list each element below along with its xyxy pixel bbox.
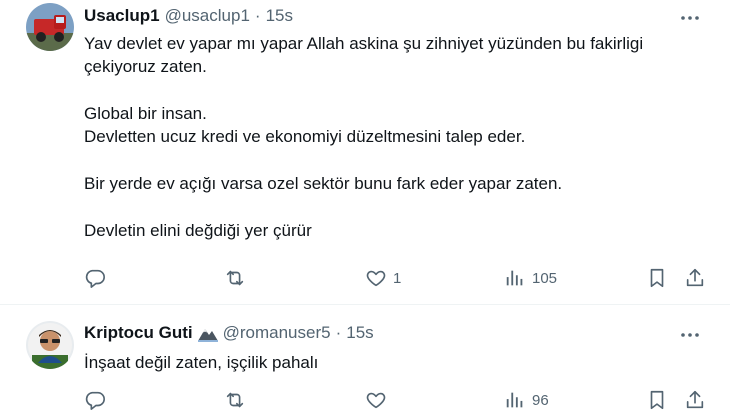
timestamp[interactable]: 15s — [266, 6, 293, 26]
tweet-paragraph: Global bir insan. Devletten ucuz kredi v… — [84, 104, 526, 146]
share-button[interactable] — [684, 266, 706, 290]
tweet-paragraph: Yav devlet ev yapar mı yapar Allah askin… — [84, 34, 644, 76]
handle[interactable]: @usaclup1 — [165, 6, 250, 26]
reply-button[interactable] — [84, 266, 106, 290]
avatar[interactable] — [26, 321, 74, 369]
tweet-header: Kriptocu Guti @romanuser5 · 15s — [84, 323, 374, 343]
reply-button[interactable] — [84, 388, 106, 412]
share-icon — [686, 390, 704, 409]
separator: · — [254, 6, 261, 25]
bookmark-button[interactable] — [646, 388, 668, 412]
bookmark-icon — [650, 268, 664, 288]
heart-icon — [366, 392, 386, 409]
tweet-text: İnşaat değil zaten, işçilik pahalı — [84, 351, 704, 374]
tweet-header: Usaclup1 @usaclup1 · 15s — [84, 6, 293, 26]
tweet[interactable]: Kriptocu Guti @romanuser5 · 15s İnşaat d… — [0, 305, 730, 420]
tweet[interactable]: Usaclup1 @usaclup1 · 15s Yav devlet ev y… — [0, 0, 730, 304]
action-bar: 1 105 — [84, 266, 714, 290]
bookmark-button[interactable] — [646, 266, 668, 290]
retweet-button[interactable] — [224, 266, 246, 290]
heart-icon — [366, 270, 386, 287]
retweet-icon — [226, 270, 244, 286]
reply-icon — [85, 391, 105, 410]
views-button[interactable]: 105 — [504, 266, 557, 290]
bookmark-icon — [650, 390, 664, 410]
views-icon — [506, 270, 523, 286]
views-button[interactable]: 96 — [504, 388, 549, 412]
separator: · — [335, 323, 342, 342]
retweet-icon — [226, 392, 244, 408]
more-icon[interactable] — [678, 323, 702, 347]
tweet-paragraph: Devletin elini değdiği yer çürür — [84, 221, 312, 240]
like-button[interactable]: 1 — [365, 266, 401, 290]
display-name[interactable]: Kriptocu Guti — [84, 323, 193, 343]
display-name[interactable]: Usaclup1 — [84, 6, 160, 26]
reply-icon — [85, 269, 105, 288]
handle[interactable]: @romanuser5 — [223, 323, 331, 343]
like-count: 1 — [393, 269, 402, 287]
view-count: 105 — [532, 269, 558, 287]
views-icon — [506, 392, 523, 408]
share-icon — [686, 268, 704, 287]
share-button[interactable] — [684, 388, 706, 412]
like-button[interactable] — [365, 388, 387, 412]
more-icon[interactable] — [678, 6, 702, 30]
view-count: 96 — [532, 391, 549, 409]
tweet-paragraph: İnşaat değil zaten, işçilik pahalı — [84, 353, 319, 372]
retweet-button[interactable] — [224, 388, 246, 412]
tweet-text: Yav devlet ev yapar mı yapar Allah askin… — [84, 32, 704, 242]
tweet-paragraph: Bir yerde ev açığı varsa ozel sektör bun… — [84, 174, 563, 193]
mountain-badge-icon — [197, 324, 218, 342]
timestamp[interactable]: 15s — [346, 323, 373, 343]
avatar[interactable] — [26, 3, 74, 51]
action-bar: 96 — [84, 388, 714, 412]
